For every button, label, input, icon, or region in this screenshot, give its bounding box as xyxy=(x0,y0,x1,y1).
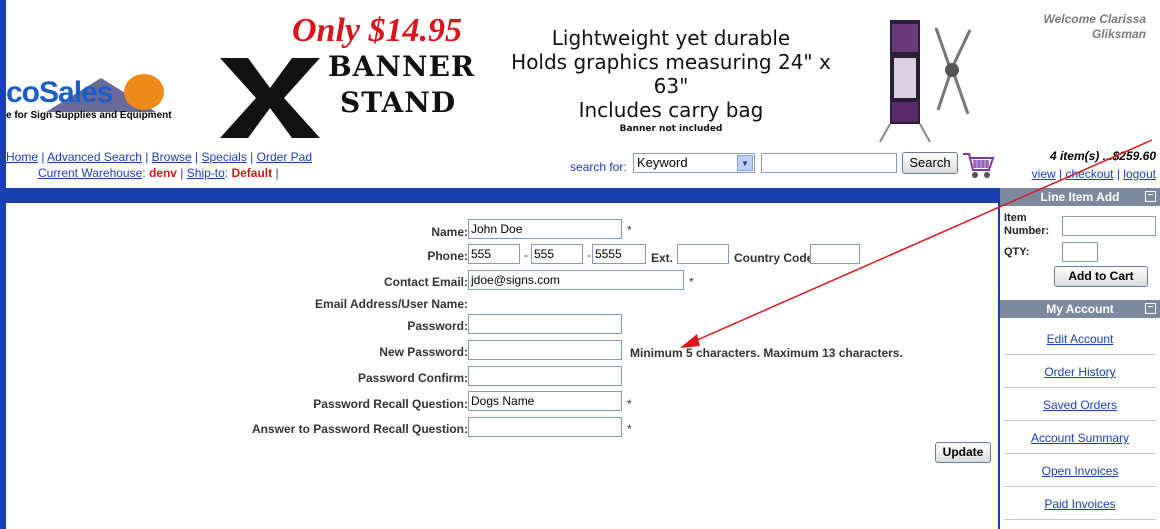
nav-specials[interactable]: Specials xyxy=(201,150,246,164)
item-number-label-line1: Item xyxy=(1004,212,1027,224)
update-button[interactable]: Update xyxy=(935,442,991,463)
name-required-mark: * xyxy=(627,223,632,237)
recall-answer-required-mark: * xyxy=(627,422,632,436)
promo-line-3: Includes carry bag xyxy=(578,98,764,122)
email-required-mark: * xyxy=(689,275,694,289)
line-item-add-title: Line Item Add xyxy=(1040,190,1120,204)
welcome-line-2: Gliksman xyxy=(1091,27,1146,41)
sidebar-divider xyxy=(1004,486,1156,487)
shopping-cart-icon[interactable] xyxy=(961,150,995,180)
item-number-field[interactable] xyxy=(1062,216,1156,236)
my-account-title: My Account xyxy=(1046,302,1114,316)
recall-question-label: Password Recall Question: xyxy=(313,397,468,411)
recall-answer-label: Answer to Password Recall Question: xyxy=(251,422,468,436)
banner-price: Only $14.95 xyxy=(292,12,462,49)
recall-question-required-mark: * xyxy=(627,397,632,411)
search-type-select[interactable]: Keyword ▼ xyxy=(633,153,755,173)
search-button[interactable]: Search xyxy=(902,152,958,174)
sidebar-divider xyxy=(1004,354,1156,355)
welcome-message: Welcome Clarissa Gliksman xyxy=(1006,12,1147,42)
password-confirm-label: Password Confirm: xyxy=(357,371,468,385)
promo-line-2: Holds graphics measuring 24" x 63" xyxy=(511,50,831,98)
logo-text: coSales xyxy=(6,76,113,109)
right-sidebar: Line Item Add − Item Number: QTY: Add to… xyxy=(998,188,1160,529)
country-code-field[interactable] xyxy=(810,244,860,264)
banner-line-banner: BANNER xyxy=(328,50,476,83)
cart-summary: 4 item(s) ...$259.60 xyxy=(1049,149,1156,163)
recall-answer-field[interactable] xyxy=(468,417,622,437)
logout-link[interactable]: logout xyxy=(1123,167,1156,181)
phone-ext-field[interactable] xyxy=(677,244,729,264)
open-invoices-link[interactable]: Open Invoices xyxy=(1000,464,1160,478)
contact-email-label: Contact Email: xyxy=(383,275,468,289)
main-nav: Home | Advanced Search | Browse | Specia… xyxy=(6,150,312,164)
phone-area-field[interactable]: 555 xyxy=(468,244,520,264)
search-input[interactable] xyxy=(761,153,897,173)
site-header: coSales e for Sign Supplies and Equipmen… xyxy=(6,0,1160,148)
order-history-link[interactable]: Order History xyxy=(1000,365,1160,379)
nav-home[interactable]: Home xyxy=(6,150,38,164)
search-type-value: Keyword xyxy=(637,155,688,170)
current-warehouse-link[interactable]: Current Warehouse xyxy=(38,166,142,180)
contact-email-field[interactable]: jdoe@signs.com xyxy=(468,270,684,290)
phone-dash-2: - xyxy=(587,248,591,262)
password-length-hint: Minimum 5 characters. Maximum 13 charact… xyxy=(630,346,903,360)
account-summary-link[interactable]: Account Summary xyxy=(1000,431,1160,445)
cart-view-link[interactable]: view xyxy=(1032,167,1056,181)
password-field[interactable] xyxy=(468,314,622,334)
promo-text: Lightweight yet durable Holds graphics m… xyxy=(501,26,841,136)
saved-orders-link[interactable]: Saved Orders xyxy=(1000,398,1160,412)
email-username-label: Email Address/User Name: xyxy=(315,297,468,311)
new-password-label: New Password: xyxy=(379,345,468,359)
cart-links: view | checkout | logout xyxy=(1031,167,1156,181)
password-label: Password: xyxy=(407,319,468,333)
warehouse-row: Current Warehouse: denv | Ship-to: Defau… xyxy=(38,166,279,180)
content-header-bar xyxy=(6,188,998,203)
phone-line-field[interactable]: 5555 xyxy=(592,244,646,264)
ship-to-value: Default xyxy=(231,166,273,180)
paid-invoices-link[interactable]: Paid Invoices xyxy=(1000,497,1160,511)
nav-browse[interactable]: Browse xyxy=(152,150,192,164)
company-logo[interactable]: coSales e for Sign Supplies and Equipmen… xyxy=(6,70,206,130)
ext-label: Ext. xyxy=(651,251,674,265)
phone-label: Phone: xyxy=(427,249,468,263)
search-label: search for: xyxy=(570,160,627,174)
cart-checkout-link[interactable]: checkout xyxy=(1065,167,1113,181)
name-field[interactable]: John Doe xyxy=(468,219,622,239)
chevron-down-icon[interactable]: ▼ xyxy=(737,155,753,171)
recall-question-field[interactable]: Dogs Name xyxy=(468,391,622,411)
ship-to-link[interactable]: Ship-to xyxy=(187,166,225,180)
collapse-icon[interactable]: − xyxy=(1145,303,1156,314)
country-code-label: Country Code xyxy=(734,251,814,265)
sidebar-divider xyxy=(1004,453,1156,454)
welcome-line-1: Welcome Clarissa xyxy=(1043,12,1147,26)
banner-x-icon xyxy=(220,58,320,138)
promo-note: Banner not included xyxy=(619,124,723,134)
logo-tagline: e for Sign Supplies and Equipment xyxy=(6,110,172,121)
item-number-label-line2: Number: xyxy=(1004,225,1050,237)
password-confirm-field[interactable] xyxy=(468,366,622,386)
collapse-icon[interactable]: − xyxy=(1145,191,1156,202)
phone-dash-1: - xyxy=(524,248,528,262)
name-label: Name: xyxy=(431,225,468,239)
banner-stand-image xyxy=(879,20,972,143)
add-to-cart-button[interactable]: Add to Cart xyxy=(1054,266,1148,287)
nav-advanced-search[interactable]: Advanced Search xyxy=(47,150,142,164)
line-item-add-header: Line Item Add − xyxy=(1000,188,1160,206)
logo-swirl-icon xyxy=(124,74,164,110)
edit-account-link[interactable]: Edit Account xyxy=(1000,332,1160,346)
sidebar-divider xyxy=(1004,420,1156,421)
warehouse-value: denv xyxy=(148,166,177,180)
item-number-label: Item Number: xyxy=(1004,212,1049,238)
nav-order-pad[interactable]: Order Pad xyxy=(257,150,312,164)
my-account-header: My Account − xyxy=(1000,300,1160,318)
qty-label: QTY: xyxy=(1004,246,1030,258)
new-password-field[interactable] xyxy=(468,340,622,360)
sidebar-divider xyxy=(1004,387,1156,388)
phone-prefix-field[interactable]: 555 xyxy=(531,244,583,264)
banner-line-stand: STAND xyxy=(340,86,457,119)
promo-line-1: Lightweight yet durable xyxy=(551,26,791,50)
qty-field[interactable] xyxy=(1062,242,1098,262)
sidebar-divider xyxy=(1004,519,1156,520)
